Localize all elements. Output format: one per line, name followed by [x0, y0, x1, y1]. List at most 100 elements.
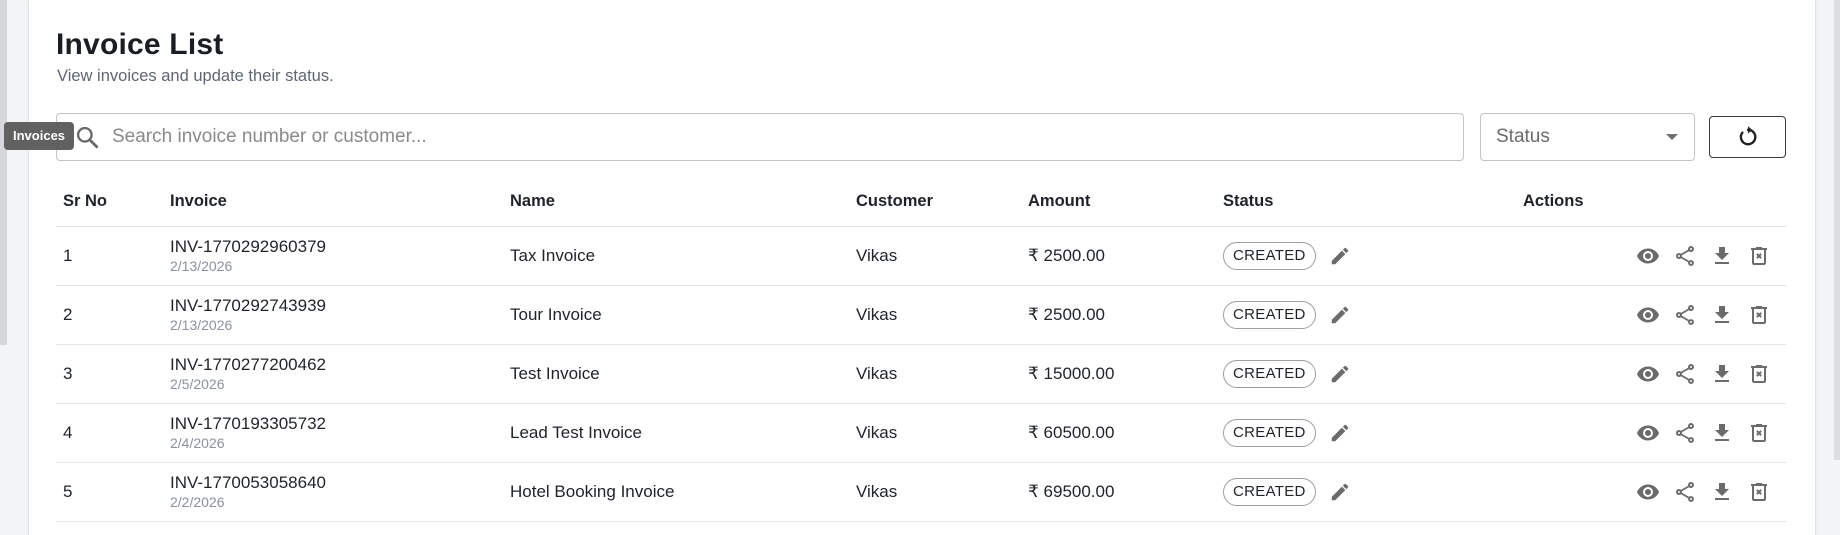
- status-filter-label: Status: [1496, 126, 1550, 147]
- delete-icon[interactable]: [1747, 480, 1771, 504]
- invoice-date: 2/13/2026: [170, 258, 233, 274]
- invoice-date: 2/13/2026: [170, 317, 233, 333]
- sidebar-tooltip: Invoices: [4, 122, 75, 150]
- share-icon[interactable]: [1673, 421, 1697, 445]
- amount-cell: ₹ 2500.00: [1021, 285, 1216, 345]
- status-badge: CREATED: [1223, 477, 1316, 506]
- refresh-button[interactable]: [1709, 116, 1786, 158]
- actions-cell: [1516, 285, 1786, 345]
- share-icon[interactable]: [1673, 362, 1697, 386]
- edit-status-icon[interactable]: [1329, 481, 1351, 503]
- sr-no-cell: 4: [56, 403, 163, 463]
- customer-cell: Vikas: [849, 403, 1021, 463]
- col-header-sr-no[interactable]: Sr No: [56, 178, 163, 227]
- eye-icon[interactable]: [1636, 303, 1660, 327]
- amount-cell: ₹ 60500.00: [1021, 403, 1216, 463]
- page-subtitle: View invoices and update their status.: [57, 67, 334, 85]
- actions-cell: [1516, 462, 1786, 522]
- delete-icon[interactable]: [1747, 244, 1771, 268]
- col-header-name[interactable]: Name: [503, 178, 849, 227]
- actions-cell: [1516, 344, 1786, 404]
- download-icon[interactable]: [1710, 362, 1734, 386]
- edit-status-icon[interactable]: [1329, 304, 1351, 326]
- sr-no-cell: 3: [56, 344, 163, 404]
- share-icon[interactable]: [1673, 303, 1697, 327]
- delete-icon[interactable]: [1747, 421, 1771, 445]
- invoice-name-cell: Hotel Booking Invoice: [503, 462, 849, 522]
- sr-no-cell: 1: [56, 226, 163, 286]
- customer-cell: Vikas: [849, 462, 1021, 522]
- invoice-number: INV-1770193305732: [170, 414, 326, 433]
- edit-status-icon[interactable]: [1329, 245, 1351, 267]
- col-header-actions: Actions: [1516, 178, 1786, 227]
- invoice-name-cell: Tax Invoice: [503, 226, 849, 286]
- invoice-date: 2/5/2026: [170, 376, 225, 392]
- eye-icon[interactable]: [1636, 244, 1660, 268]
- eye-icon[interactable]: [1636, 362, 1660, 386]
- invoice-number: INV-1770292743939: [170, 296, 326, 315]
- status-filter-select[interactable]: Status: [1480, 113, 1695, 161]
- download-icon[interactable]: [1710, 303, 1734, 327]
- col-header-status[interactable]: Status: [1216, 178, 1516, 227]
- invoice-number: INV-1770051610580: [170, 532, 496, 535]
- table-row: 4 INV-1770193305732 2/4/2026 Lead Test I…: [56, 403, 1786, 463]
- status-badge: CREATED: [1223, 418, 1316, 447]
- invoice-cell: INV-1770292960379 2/13/2026: [163, 226, 503, 286]
- invoice-cell: INV-1770292743939 2/13/2026: [163, 285, 503, 345]
- customer-cell: Vikas: [849, 285, 1021, 345]
- amount-cell: ₹ 69500.00: [1021, 462, 1216, 522]
- actions-cell: [1516, 226, 1786, 286]
- table-row: 1 INV-1770292960379 2/13/2026 Tax Invoic…: [56, 226, 1786, 286]
- invoice-number: INV-1770053058640: [170, 473, 326, 492]
- delete-icon[interactable]: [1747, 303, 1771, 327]
- col-header-amount[interactable]: Amount: [1021, 178, 1216, 227]
- col-header-invoice[interactable]: Invoice: [163, 178, 503, 227]
- delete-icon[interactable]: [1747, 362, 1771, 386]
- table-row: INV-1770051610580: [56, 521, 1786, 535]
- invoice-date: 2/4/2026: [170, 435, 225, 451]
- status-cell: CREATED: [1216, 462, 1516, 522]
- invoice-cell: INV-1770277200462 2/5/2026: [163, 344, 503, 404]
- status-cell: CREATED: [1216, 285, 1516, 345]
- customer-cell: Vikas: [849, 226, 1021, 286]
- invoice-name-cell: Tour Invoice: [503, 285, 849, 345]
- share-icon[interactable]: [1673, 244, 1697, 268]
- table-row: 2 INV-1770292743939 2/13/2026 Tour Invoi…: [56, 285, 1786, 345]
- table-row: 5 INV-1770053058640 2/2/2026 Hotel Booki…: [56, 462, 1786, 522]
- customer-cell: Vikas: [849, 344, 1021, 404]
- download-icon[interactable]: [1710, 244, 1734, 268]
- invoice-cell: INV-1770053058640 2/2/2026: [163, 462, 503, 522]
- download-icon[interactable]: [1710, 421, 1734, 445]
- col-header-customer[interactable]: Customer: [849, 178, 1021, 227]
- page-title: Invoice List: [56, 28, 224, 61]
- status-badge: CREATED: [1223, 359, 1316, 388]
- invoice-cell: INV-1770193305732 2/4/2026: [163, 403, 503, 463]
- invoice-table: Sr No Invoice Name Customer Amount Statu…: [56, 178, 1786, 535]
- invoice-name-cell: Test Invoice: [503, 344, 849, 404]
- share-icon[interactable]: [1673, 480, 1697, 504]
- scrollbar-track[interactable]: [1834, 0, 1840, 460]
- eye-icon[interactable]: [1636, 421, 1660, 445]
- status-badge: CREATED: [1223, 241, 1316, 270]
- sidebar-edge: [0, 0, 7, 345]
- edit-status-icon[interactable]: [1329, 363, 1351, 385]
- download-icon[interactable]: [1710, 480, 1734, 504]
- amount-cell: ₹ 15000.00: [1021, 344, 1216, 404]
- table-row: 3 INV-1770277200462 2/5/2026 Test Invoic…: [56, 344, 1786, 404]
- edit-status-icon[interactable]: [1329, 422, 1351, 444]
- invoice-number: INV-1770277200462: [170, 355, 326, 374]
- invoice-name-cell: Lead Test Invoice: [503, 403, 849, 463]
- sr-no-cell: 5: [56, 462, 163, 522]
- invoice-number: INV-1770292960379: [170, 237, 326, 256]
- actions-cell: [1516, 403, 1786, 463]
- chevron-down-icon: [1666, 134, 1678, 140]
- table-header-row: Sr No Invoice Name Customer Amount Statu…: [56, 178, 1786, 227]
- refresh-icon: [1736, 125, 1760, 149]
- search-box[interactable]: [56, 113, 1464, 161]
- search-input[interactable]: [112, 114, 1463, 160]
- status-cell: CREATED: [1216, 226, 1516, 286]
- sr-no-cell: 2: [56, 285, 163, 345]
- eye-icon[interactable]: [1636, 480, 1660, 504]
- search-icon: [74, 124, 100, 150]
- invoice-date: 2/2/2026: [170, 494, 225, 510]
